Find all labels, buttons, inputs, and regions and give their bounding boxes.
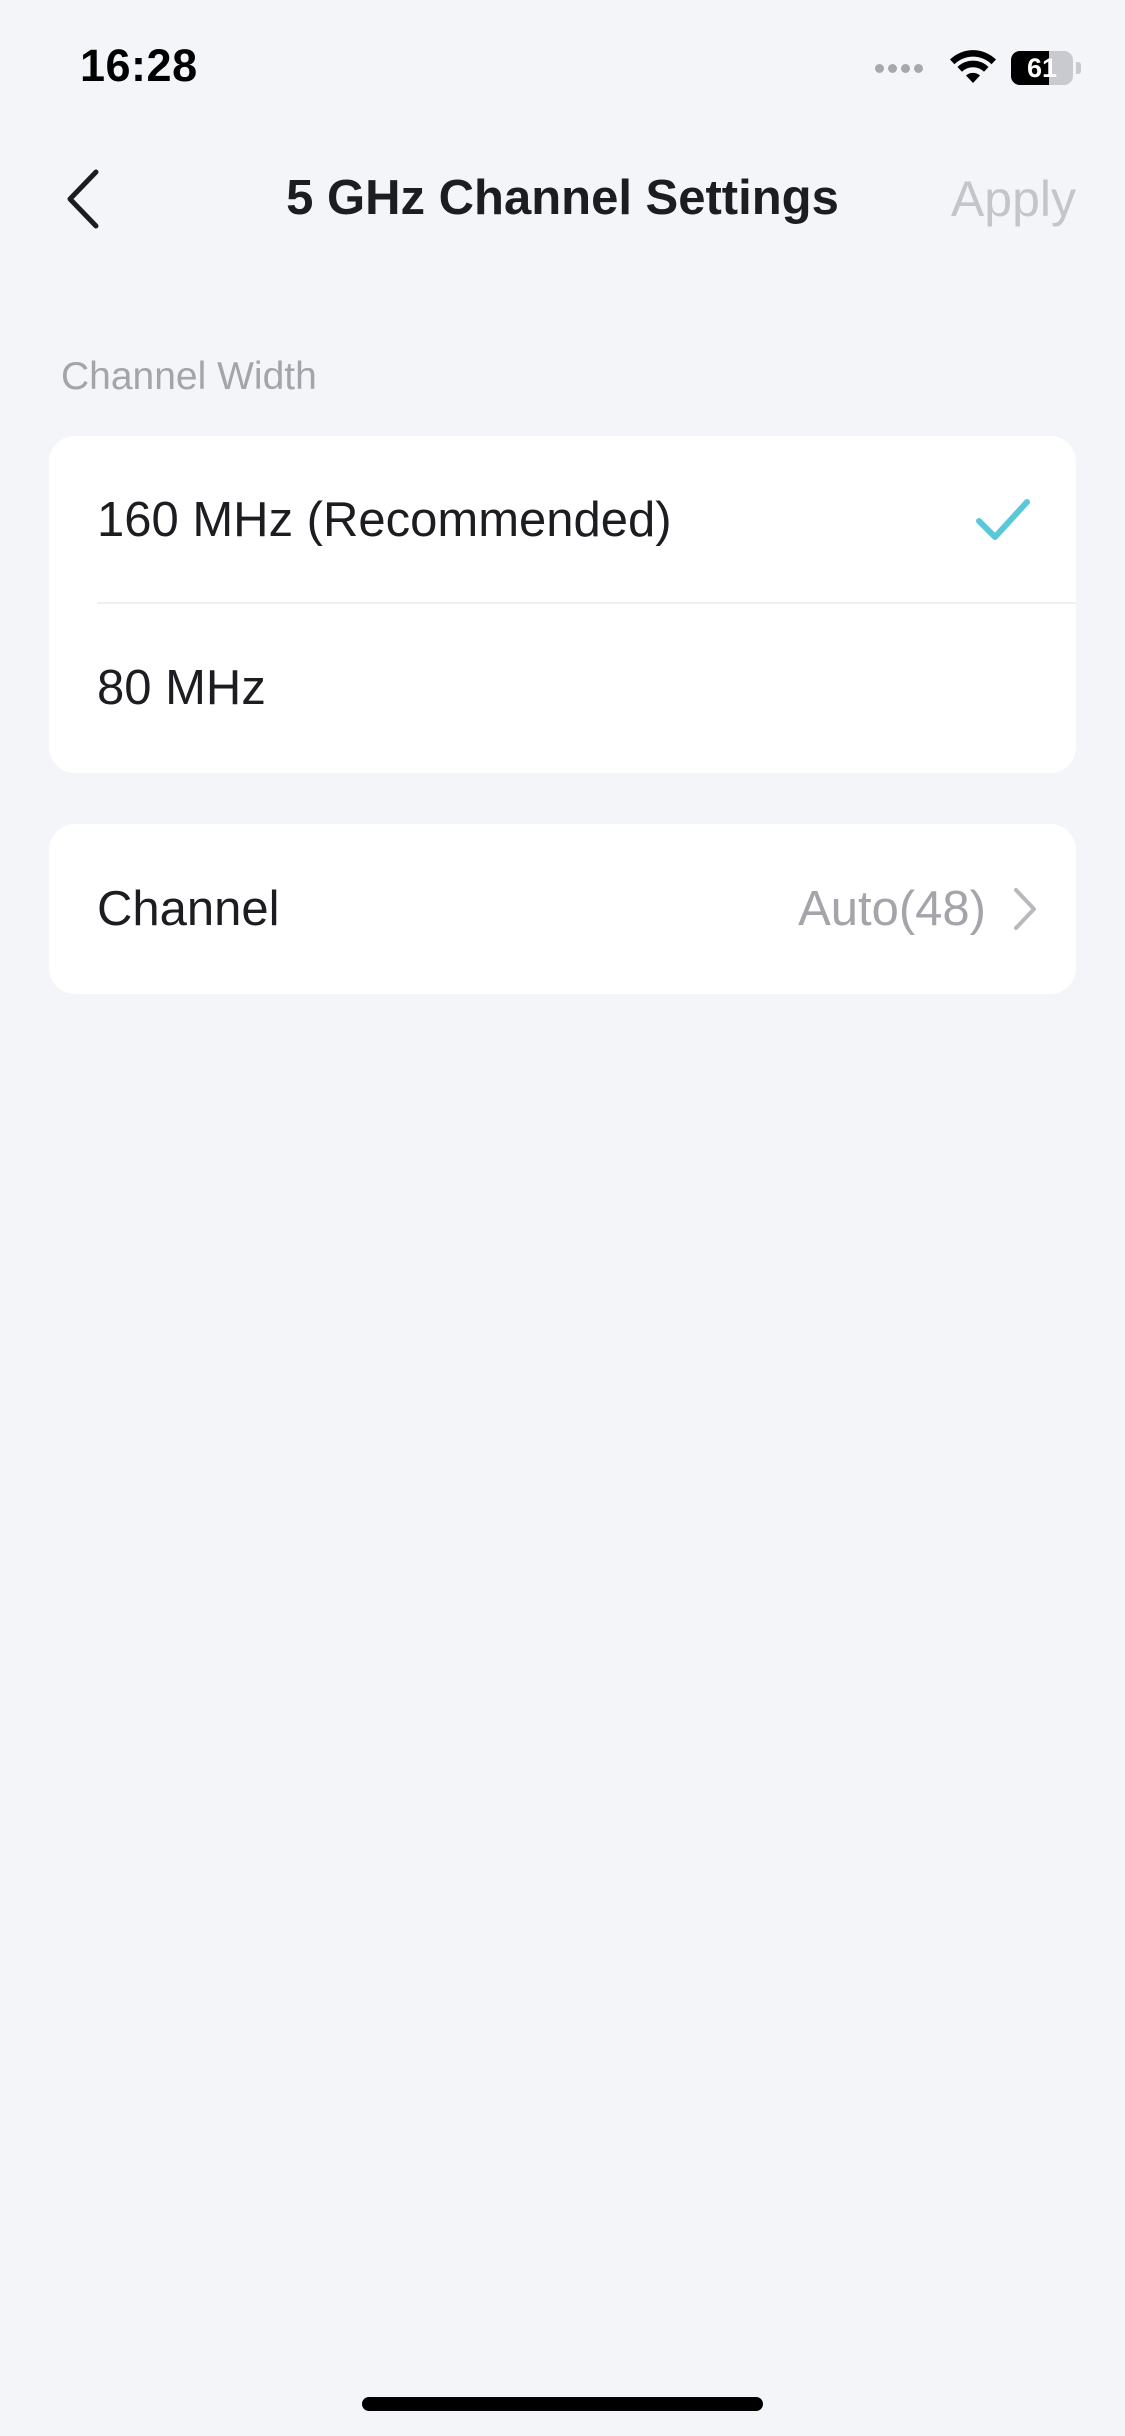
battery-level: 61 (1026, 52, 1058, 83)
section-label-channel-width: Channel Width (61, 355, 317, 398)
channel-value: Auto(48) (798, 882, 986, 936)
home-indicator[interactable] (362, 2397, 763, 2411)
status-indicators: 61 (875, 46, 1081, 90)
channel-width-card: 160 MHz (Recommended) 80 MHz (49, 436, 1076, 773)
cellular-signal-icon (875, 63, 927, 73)
channel-card: Channel Auto(48) (49, 824, 1076, 994)
option-80-mhz[interactable]: 80 MHz (49, 604, 1076, 772)
battery-icon: 61 (1011, 51, 1073, 85)
option-label: 160 MHz (Recommended) (97, 493, 672, 547)
option-160-mhz[interactable]: 160 MHz (Recommended) (49, 436, 1076, 604)
option-label: 80 MHz (97, 661, 266, 715)
chevron-right-icon (1014, 888, 1036, 930)
battery-cap (1076, 62, 1081, 74)
checkmark-icon (976, 499, 1030, 540)
status-time: 16:28 (80, 40, 198, 91)
wifi-icon (950, 50, 996, 83)
navigation-bar: 5 GHz Channel Settings Apply (0, 140, 1125, 260)
status-bar: 16:28 61 (0, 0, 1125, 140)
apply-button[interactable]: Apply (951, 170, 1076, 228)
channel-label: Channel (97, 882, 280, 936)
channel-row[interactable]: Channel Auto(48) (49, 824, 1076, 994)
